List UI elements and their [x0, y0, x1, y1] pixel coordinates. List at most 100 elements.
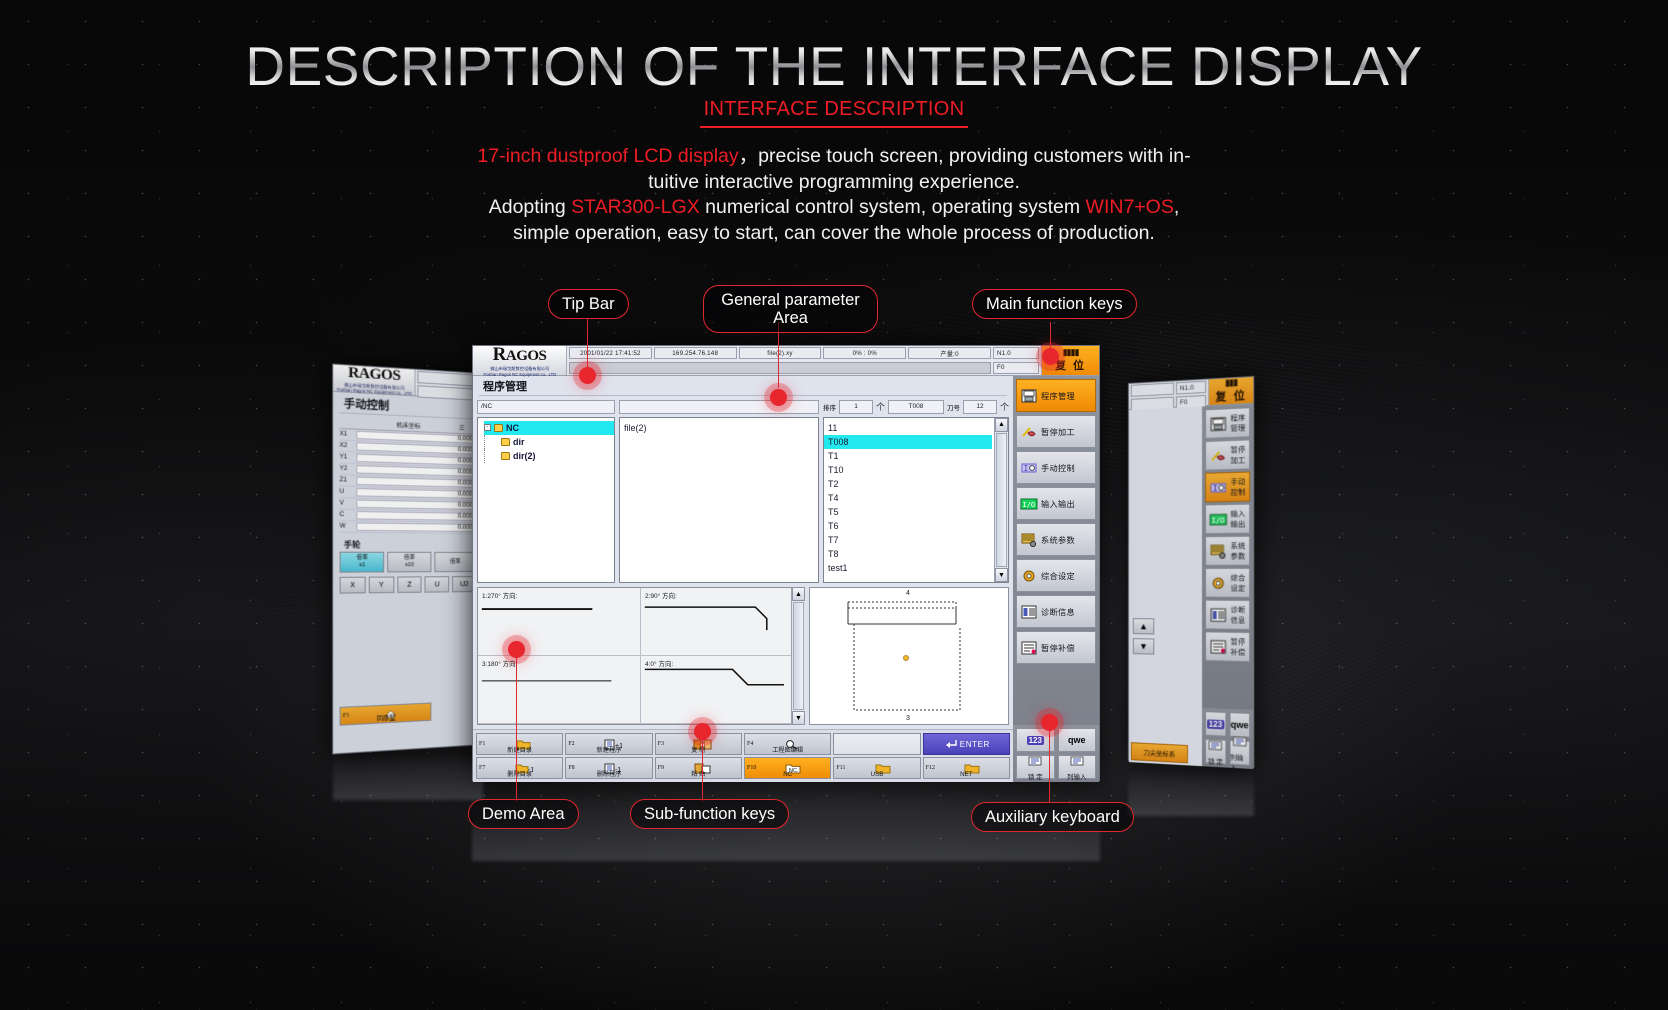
tool-up-icon[interactable]: 个 — [1000, 400, 1009, 413]
aux-keyboard-key[interactable]: 锁 定 — [1205, 739, 1226, 765]
main-function-key[interactable]: 诊断信息 — [1205, 600, 1250, 630]
tool-no-value[interactable]: 12 — [963, 400, 997, 414]
sub-function-key[interactable]: F7 -1 删除目录 — [476, 757, 563, 779]
main-function-key[interactable]: I/O 输入输出 — [1016, 487, 1096, 520]
main-function-key[interactable]: 程序管理 — [1205, 407, 1250, 439]
tool-list-item[interactable]: T4 — [824, 491, 992, 505]
tool-field[interactable]: T008 — [888, 400, 944, 414]
aux-keyboard-key[interactable]: qwe — [1058, 728, 1097, 752]
tool-list-item[interactable]: T8 — [824, 547, 992, 561]
aux-keyboard-key[interactable]: 列输入 — [1229, 740, 1250, 766]
para-line-3-a: Adopting — [489, 196, 571, 218]
main-function-key[interactable]: 系统参数 — [1205, 536, 1250, 566]
tool-list-item[interactable]: 11 — [824, 421, 992, 435]
scroll-down-icon[interactable]: ▼ — [1133, 638, 1154, 655]
axis-key[interactable]: Y — [369, 577, 394, 594]
tool-list-item[interactable]: T008 — [824, 435, 992, 449]
tool-list[interactable]: 11 T008 T1 T10 T2 T4 T5 T6 T7 T8 test1 ▲ ▼ — [823, 417, 1009, 583]
demo-cell[interactable]: 4:0° 方向: — [641, 656, 804, 724]
sub-function-key-caption: USB — [834, 771, 919, 778]
tip-bar[interactable] — [569, 362, 991, 374]
para-highlight-win7: WIN7+OS — [1086, 196, 1174, 218]
file-list[interactable]: file(2) — [619, 417, 819, 583]
demo-cell[interactable]: 3:180° 方向: — [478, 656, 641, 724]
main-function-key-label: 输入输出 — [1041, 498, 1075, 510]
demo-cell-label: 3:180° 方向: — [482, 658, 636, 668]
aux-keyboard-key[interactable]: 123 — [1205, 711, 1226, 737]
tool-list-item[interactable]: T10 — [824, 463, 992, 477]
system-params-icon — [1021, 533, 1037, 547]
demo-scroll-thumb[interactable] — [793, 602, 804, 710]
right-tool-coord-button[interactable]: 刀尖坐标系 — [1131, 742, 1188, 763]
tree-item[interactable]: dir — [484, 435, 614, 449]
tool-list-item[interactable]: T5 — [824, 505, 992, 519]
demo-scroll-down-icon[interactable]: ▼ — [792, 711, 805, 725]
sub-function-key[interactable]: F8 -1 删除程序 — [565, 757, 652, 779]
scrollbar-up-icon[interactable]: ▲ — [995, 418, 1008, 432]
diagnostics-icon — [1210, 607, 1226, 622]
tool-list-item[interactable]: T2 — [824, 477, 992, 491]
main-function-key[interactable]: 暂停补偿 — [1016, 631, 1096, 664]
directory-tree[interactable]: - NC dir dir(2) — [477, 417, 615, 583]
rate-key[interactable]: 倍率 x1 — [340, 552, 385, 573]
sub-function-key[interactable]: F1 新建目录 — [476, 733, 563, 755]
preview-graph[interactable]: 4 3 — [809, 587, 1009, 725]
sub-function-key[interactable]: ENTER — [923, 733, 1010, 755]
rate-key[interactable]: 倍率 x10 — [388, 552, 432, 573]
sub-function-key[interactable]: F2 +1 新建程序 — [565, 733, 652, 755]
axis-key[interactable]: U — [425, 576, 449, 592]
tool-list-item[interactable]: T6 — [824, 519, 992, 533]
main-function-key[interactable]: 程序管理 — [1016, 379, 1096, 412]
main-function-key-label: 暂停补偿 — [1041, 642, 1075, 654]
main-function-key[interactable]: 综合设定 — [1205, 568, 1250, 598]
tool-list-item[interactable]: T7 — [824, 533, 992, 547]
demo-scrollbar[interactable]: ▲ ▼ — [791, 587, 805, 725]
axis-key[interactable]: Z — [397, 576, 422, 593]
rate-key[interactable]: 倍率 — [434, 552, 476, 572]
sub-function-key[interactable]: F4 工程图编辑 — [744, 733, 831, 755]
tree-item[interactable]: - NC — [484, 421, 614, 435]
main-function-key[interactable]: 诊断信息 — [1016, 595, 1096, 628]
demo-area[interactable]: 1:270° 方向: 2:90° 方向: 3:180° 方向: 4:0° 方向: ▲ … — [477, 587, 805, 725]
scroll-up-icon[interactable]: ▲ — [1133, 618, 1154, 634]
name-field[interactable] — [619, 400, 819, 414]
scrollbar-thumb[interactable] — [996, 433, 1007, 567]
left-fkey-f1[interactable]: F1 回原墅 — [340, 702, 432, 725]
axis-key[interactable]: X — [340, 577, 366, 594]
sub-function-key[interactable]: F12 NET — [923, 757, 1010, 779]
demo-cell-label: 2:90° 方向: — [645, 590, 799, 600]
axis-name: Y2 — [340, 466, 357, 473]
right-status-blank-1 — [1131, 382, 1174, 396]
demo-cell[interactable]: 2:90° 方向: — [641, 588, 804, 656]
main-function-key[interactable]: I/O 输入输出 — [1205, 504, 1250, 535]
status-speed-f: F0 — [993, 362, 1039, 374]
path-field[interactable]: /NC — [477, 400, 615, 414]
main-function-key[interactable]: 暂停补偿 — [1205, 631, 1250, 662]
main-function-key[interactable]: 暂停加工 — [1205, 439, 1250, 470]
tree-expander-icon[interactable]: - — [484, 424, 491, 431]
aux-keyboard-key[interactable]: 列输入 — [1058, 755, 1097, 779]
sort-up-icon[interactable]: 个 — [876, 400, 885, 413]
main-function-key[interactable]: 综合设定 — [1016, 559, 1096, 592]
tool-list-item[interactable]: T1 — [824, 449, 992, 463]
demo-cell[interactable]: 1:270° 方向: — [478, 588, 641, 656]
main-function-keys: 程序管理暂停加工 I 手动控制 I/O 输入输出 系统参数 综合设定 诊断信息暂停补偿 — [1013, 376, 1099, 725]
sub-function-key[interactable]: F9 粘 贴 — [655, 757, 742, 779]
sort-value[interactable]: 1 — [839, 400, 873, 414]
sub-function-key[interactable]: F10 NC. NC — [744, 757, 831, 779]
main-function-key[interactable]: 暂停加工 — [1016, 415, 1096, 448]
right-reset-button[interactable]: ▮▮▮ 复 位 — [1208, 377, 1253, 405]
tree-item[interactable]: dir(2) — [484, 449, 614, 463]
main-function-key-label: 程序管理 — [1041, 390, 1075, 402]
tool-list-item[interactable]: test1 — [824, 561, 992, 575]
main-function-key[interactable]: I 手动控制 — [1016, 451, 1096, 484]
tree-indent — [484, 435, 498, 449]
sub-function-key[interactable] — [833, 733, 920, 755]
main-function-key[interactable]: 系统参数 — [1016, 523, 1096, 556]
status-ip: 169.254.76.148 — [654, 347, 737, 359]
tool-list-scrollbar[interactable]: ▲ ▼ — [994, 418, 1008, 582]
main-function-key[interactable]: I 手动控制 — [1205, 471, 1250, 502]
sub-function-key[interactable]: F11 USB — [833, 757, 920, 779]
file-list-item[interactable]: file(2) — [620, 421, 818, 435]
scrollbar-down-icon[interactable]: ▼ — [995, 568, 1008, 582]
